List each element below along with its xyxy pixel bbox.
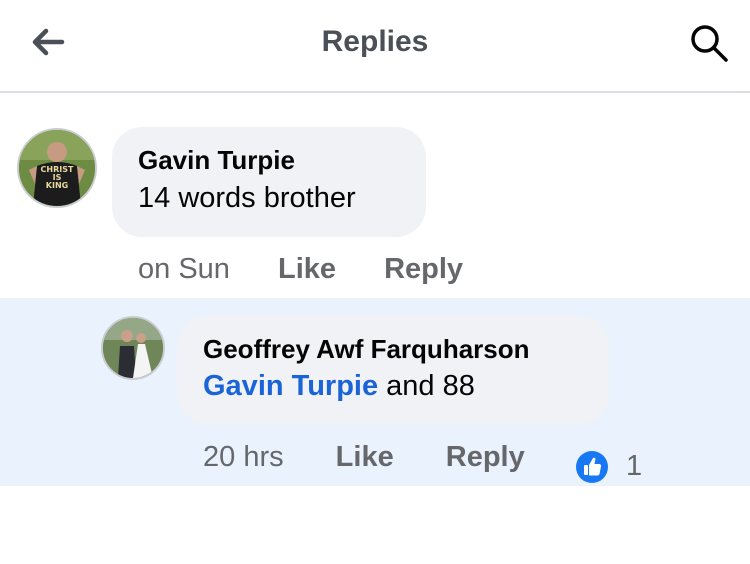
reply-text-rest: and 88 [378, 370, 475, 402]
reply-text: Gavin Turpie and 88 [203, 370, 475, 403]
comment-text: 14 words brother [138, 182, 356, 214]
comment-actions: on Sun Like Reply [138, 253, 463, 286]
reply-button[interactable]: Reply [446, 441, 525, 473]
search-icon [691, 25, 728, 62]
thumbs-up-icon [584, 457, 602, 476]
comment-author[interactable]: Gavin Turpie [138, 145, 295, 176]
mention-link[interactable]: Gavin Turpie [203, 370, 378, 402]
reply-actions: 20 hrs Like Reply [203, 441, 525, 474]
avatar-photo [103, 318, 163, 378]
avatar-photo: CHRIST IS KING [19, 130, 95, 206]
reply-author[interactable]: Geoffrey Awf Farquharson [203, 334, 530, 365]
shirt-text-line3: KING [46, 181, 68, 190]
search-button[interactable] [688, 22, 730, 64]
top-bar: Replies [0, 0, 750, 93]
reaction-count[interactable]: 1 [626, 450, 642, 483]
reply-button[interactable]: Reply [384, 253, 463, 285]
like-button[interactable]: Like [278, 253, 336, 285]
reaction-badge[interactable] [576, 451, 608, 483]
avatar[interactable] [101, 316, 165, 380]
comment-time[interactable]: on Sun [138, 253, 230, 285]
page-title: Replies [321, 25, 429, 58]
like-button[interactable]: Like [336, 441, 394, 473]
avatar[interactable]: CHRIST IS KING [17, 128, 97, 208]
reply-time[interactable]: 20 hrs [203, 441, 284, 473]
